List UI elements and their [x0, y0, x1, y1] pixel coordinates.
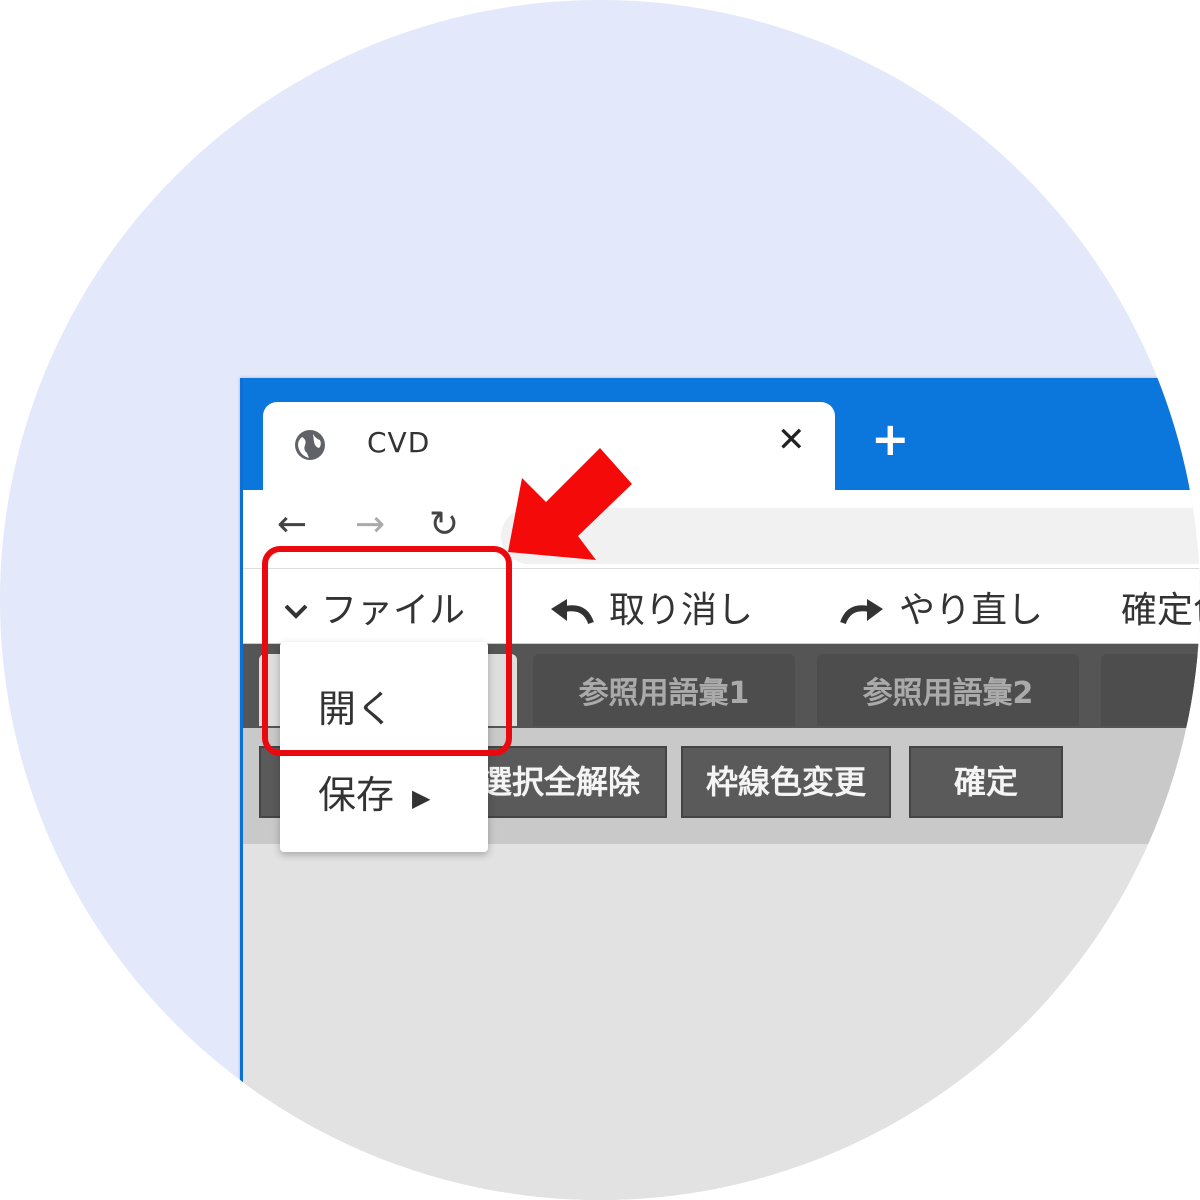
change-border-color-button[interactable]: 枠線色変更 [681, 746, 891, 818]
tab-close-icon[interactable]: ✕ [777, 420, 806, 460]
confirm-button[interactable]: 確定 [909, 746, 1063, 818]
menu-item-save-label: 保存 [318, 773, 395, 817]
back-icon[interactable]: ← [277, 504, 307, 545]
undo-icon [551, 599, 594, 625]
undo-label: 取り消し [609, 590, 754, 631]
red-arrow-icon [508, 448, 632, 560]
highlight-frame [262, 546, 512, 756]
tab-reference-vocabulary-1[interactable]: 参照用語彙1 [533, 654, 795, 726]
menu-item-save[interactable]: 保存 ▶ [318, 764, 430, 819]
undo-button[interactable]: 取り消し [547, 581, 753, 633]
tab-reference-vocabulary-3[interactable]: 参照 [1101, 654, 1200, 726]
redo-icon [840, 599, 883, 625]
circular-viewport: CVD ✕ + ← → ↻ ファイル 取り消し やり直し 確定 参照用語彙1 参… [0, 0, 1200, 1200]
caret-right-icon: ▶ [412, 783, 431, 812]
new-tab-button[interactable]: + [871, 416, 910, 462]
redo-label: やり直し [899, 590, 1044, 631]
title-bar: CVD ✕ + [243, 378, 1200, 502]
tab-reference-vocabulary-2[interactable]: 参照用語彙2 [817, 654, 1079, 726]
content-area [243, 844, 1200, 1200]
reload-icon[interactable]: ↻ [429, 504, 459, 545]
confirm-color-button[interactable]: 確定色 [1121, 581, 1200, 633]
confirm-color-label: 確定色 [1121, 590, 1200, 631]
tab-title: CVD [367, 426, 431, 459]
redo-button[interactable]: やり直し [837, 581, 1043, 633]
globe-icon [295, 430, 325, 460]
forward-icon[interactable]: → [355, 504, 385, 545]
